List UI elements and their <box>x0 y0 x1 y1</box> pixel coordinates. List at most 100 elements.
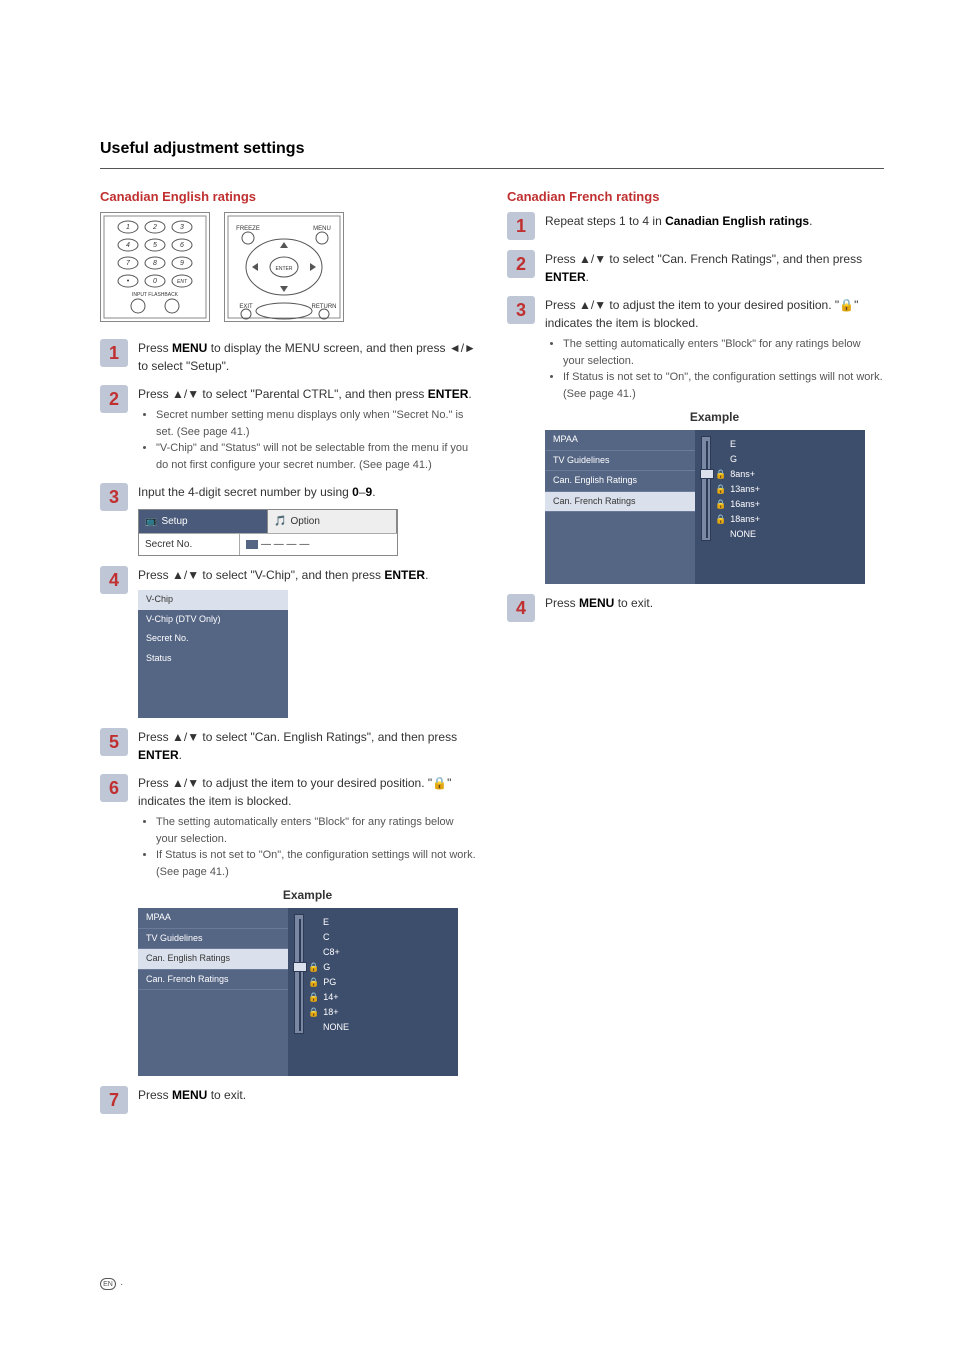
rating-item: NONE <box>308 1021 349 1034</box>
remote-number-pad: 123 456 789 •0ENT INPUT FLASHBACK <box>100 212 210 322</box>
lock-icon: 🔒 <box>308 961 319 975</box>
step-body: Input the 4-digit secret number by using… <box>138 483 477 556</box>
remote-nav-pad: FREEZE MENU ENTER EXIT RETURN <box>224 212 344 327</box>
instruction-step: 2 Press ▲/▼ to select "Can. French Rating… <box>507 250 884 286</box>
rating-item: C8+ <box>308 946 349 959</box>
rating-item: 🔒 16ans+ <box>715 498 760 511</box>
rating-label: E <box>323 916 329 930</box>
step-body: Press MENU to exit. <box>138 1086 477 1104</box>
step-notes: The setting automatically enters "Block"… <box>138 814 477 880</box>
right-subhead: Canadian French ratings <box>507 189 884 204</box>
rating-item: 🔒PG <box>308 976 349 989</box>
instruction-step: 1Repeat steps 1 to 4 in Canadian English… <box>507 212 884 240</box>
step-body: Press ▲/▼ to select "Can. English Rating… <box>138 728 477 764</box>
svg-text:FREEZE: FREEZE <box>236 226 260 232</box>
rating-item: 🔒 18+ <box>308 1006 349 1019</box>
rating-item: E <box>715 438 760 451</box>
lock-icon: 🔒 <box>308 1006 319 1020</box>
ratings-source-row: Can. English Ratings <box>138 949 288 970</box>
osd-tab-option: 🎵 Option <box>268 510 397 533</box>
osd-vchip-menu: V-ChipV-Chip (DTV Only)Secret No.Status <box>138 590 288 718</box>
osd-setup-box: 📺 Setup🎵 OptionSecret No.— — — — <box>138 509 398 556</box>
example-label: Example <box>545 408 884 426</box>
rating-item: 🔒G <box>308 961 349 974</box>
ratings-source-row: MPAA <box>138 908 288 929</box>
step-number: 2 <box>100 385 128 413</box>
right-column: Canadian French ratings 1Repeat steps 1 … <box>507 189 884 1124</box>
svg-text:1: 1 <box>126 224 130 231</box>
instruction-step: 3 Input the 4-digit secret number by usin… <box>100 483 477 556</box>
lock-icon: 🔒 <box>308 976 319 990</box>
ratings-source-row: TV Guidelines <box>545 451 695 472</box>
step-body: Press ▲/▼ to select "Can. French Ratings… <box>545 250 884 286</box>
vchip-menu-item: Secret No. <box>138 629 288 649</box>
svg-text:INPUT FLASHBACK: INPUT FLASHBACK <box>132 292 179 298</box>
left-subhead: Canadian English ratings <box>100 189 477 204</box>
step-number: 4 <box>100 566 128 594</box>
svg-text:0: 0 <box>153 278 157 285</box>
step-number: 2 <box>507 250 535 278</box>
ratings-source-row: Can. English Ratings <box>545 471 695 492</box>
rating-label: 18+ <box>323 1006 338 1020</box>
instruction-step: 1 Press MENU to display the MENU screen, … <box>100 339 477 375</box>
rating-label: 13ans+ <box>730 483 760 497</box>
ratings-source-row: TV Guidelines <box>138 929 288 950</box>
ratings-source-row: Can. French Ratings <box>138 970 288 991</box>
osd-ratings-example: MPAATV GuidelinesCan. English RatingsCan… <box>138 908 458 1076</box>
svg-text:2: 2 <box>152 224 157 231</box>
slider-cursor <box>293 962 307 972</box>
rating-item: E <box>308 916 349 929</box>
rating-label: 16ans+ <box>730 498 760 512</box>
figures-row: 123 456 789 •0ENT INPUT FLASHBACK FREEZE <box>100 212 477 327</box>
vchip-menu-item: V-Chip <box>138 590 288 610</box>
step-body: Repeat steps 1 to 4 in Canadian English … <box>545 212 884 230</box>
lock-icon: 🔒 <box>715 513 726 527</box>
svg-text:ENT: ENT <box>177 279 188 285</box>
note-item: The setting automatically enters "Block"… <box>156 814 477 847</box>
section-title: Useful adjustment settings <box>100 140 884 158</box>
instruction-step: 2Press ▲/▼ to select "Parental CTRL", an… <box>100 385 477 473</box>
divider <box>100 168 884 169</box>
rating-item: C <box>308 931 349 944</box>
lock-icon: 🔒 <box>308 991 319 1005</box>
tv-icon: 📺 <box>145 514 157 529</box>
step-body: Press ▲/▼ to adjust the item to your des… <box>545 296 884 584</box>
step-body: Press MENU to display the MENU screen, a… <box>138 339 477 375</box>
step-body: Press ▲/▼ to adjust the item to your des… <box>138 774 477 1076</box>
step-number: 3 <box>100 483 128 511</box>
svg-text:6: 6 <box>180 242 184 249</box>
rating-label: NONE <box>323 1021 349 1035</box>
rating-item: NONE <box>715 528 760 541</box>
rating-item: G <box>715 453 760 466</box>
instruction-step: 7Press MENU to exit. <box>100 1086 477 1114</box>
note-item: If Status is not set to "On", the config… <box>563 369 884 402</box>
lock-icon: 🔒 <box>715 498 726 512</box>
svg-text:9: 9 <box>180 260 184 267</box>
note-item: The setting automatically enters "Block"… <box>563 336 884 369</box>
note-item: Secret number setting menu displays only… <box>156 407 477 440</box>
two-column-layout: Canadian English ratings <box>100 189 884 1124</box>
step-number: 3 <box>507 296 535 324</box>
instruction-step: 6 Press ▲/▼ to adjust the item to your de… <box>100 774 477 1076</box>
rating-label: E <box>730 438 736 452</box>
rating-label: C8+ <box>323 946 340 960</box>
step-number: 6 <box>100 774 128 802</box>
rating-item: 🔒13ans+ <box>715 483 760 496</box>
vchip-menu-item: Status <box>138 649 288 669</box>
instruction-step: 3 Press ▲/▼ to adjust the item to your de… <box>507 296 884 584</box>
svg-text:5: 5 <box>153 242 157 249</box>
step-notes: Secret number setting menu displays only… <box>138 407 477 473</box>
step-number: 1 <box>100 339 128 367</box>
example-label: Example <box>138 886 477 904</box>
instruction-step: 5 Press ▲/▼ to select "Can. English Ratin… <box>100 728 477 764</box>
vchip-menu-item: V-Chip (DTV Only) <box>138 610 288 630</box>
step-number: 4 <box>507 594 535 622</box>
svg-text:MENU: MENU <box>313 226 331 232</box>
step-notes: The setting automatically enters "Block"… <box>545 336 884 402</box>
step-body: Press ▲/▼ to select "V-Chip", and then p… <box>138 566 477 718</box>
rating-label: 18ans+ <box>730 513 760 527</box>
step-number: 5 <box>100 728 128 756</box>
rating-label: C <box>323 931 330 945</box>
rating-label: NONE <box>730 528 756 542</box>
lock-icon: 🔒 <box>715 468 726 482</box>
